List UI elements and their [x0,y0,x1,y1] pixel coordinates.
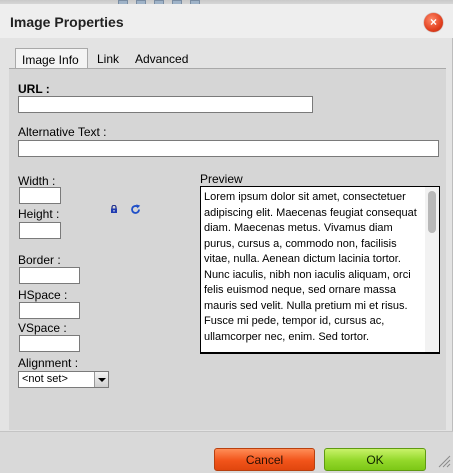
preview-scrollbar[interactable] [425,187,439,352]
preview-label: Preview [200,172,243,186]
url-label: URL : [18,82,50,96]
chevron-down-icon[interactable] [94,372,108,387]
border-input[interactable] [19,267,80,284]
tab-image-info[interactable]: Image Info [15,48,88,69]
preview-text: Lorem ipsum dolor sit amet, consectetuer… [204,191,417,343]
vspace-input[interactable] [19,335,80,352]
ok-button[interactable]: OK [324,448,426,471]
dialog-title: Image Properties [10,14,124,30]
close-icon[interactable]: × [424,13,443,32]
tab-link[interactable]: Link [91,48,125,69]
preview-area[interactable]: Lorem ipsum dolor sit amet, consectetuer… [200,186,440,354]
refresh-icon[interactable] [130,204,141,215]
height-input[interactable] [19,222,61,239]
resize-grip-icon[interactable] [437,454,451,468]
cancel-button[interactable]: Cancel [214,448,315,471]
height-label: Height : [18,207,60,221]
url-input[interactable] [18,96,313,113]
image-properties-dialog: Image Properties × Image Info Link Advan… [0,0,453,473]
alt-text-input[interactable] [18,140,439,157]
width-label: Width : [18,174,56,188]
tab-advanced[interactable]: Advanced [129,48,194,69]
alignment-select[interactable]: <not set> [18,371,109,388]
alignment-label: Alignment : [18,356,79,370]
alignment-selected-value: <not set> [22,373,68,385]
vspace-label: VSpace : [18,321,67,335]
dialog-footer: Cancel OK [0,431,453,473]
alt-text-label: Alternative Text : [18,125,107,139]
hspace-label: HSpace : [18,288,68,302]
width-input[interactable] [19,187,61,204]
hspace-input[interactable] [19,302,80,319]
dialog-titlebar[interactable]: Image Properties × [0,4,453,38]
preview-scrollbar-thumb[interactable] [428,191,436,233]
lock-icon[interactable] [110,205,118,213]
border-label: Border : [18,253,61,267]
